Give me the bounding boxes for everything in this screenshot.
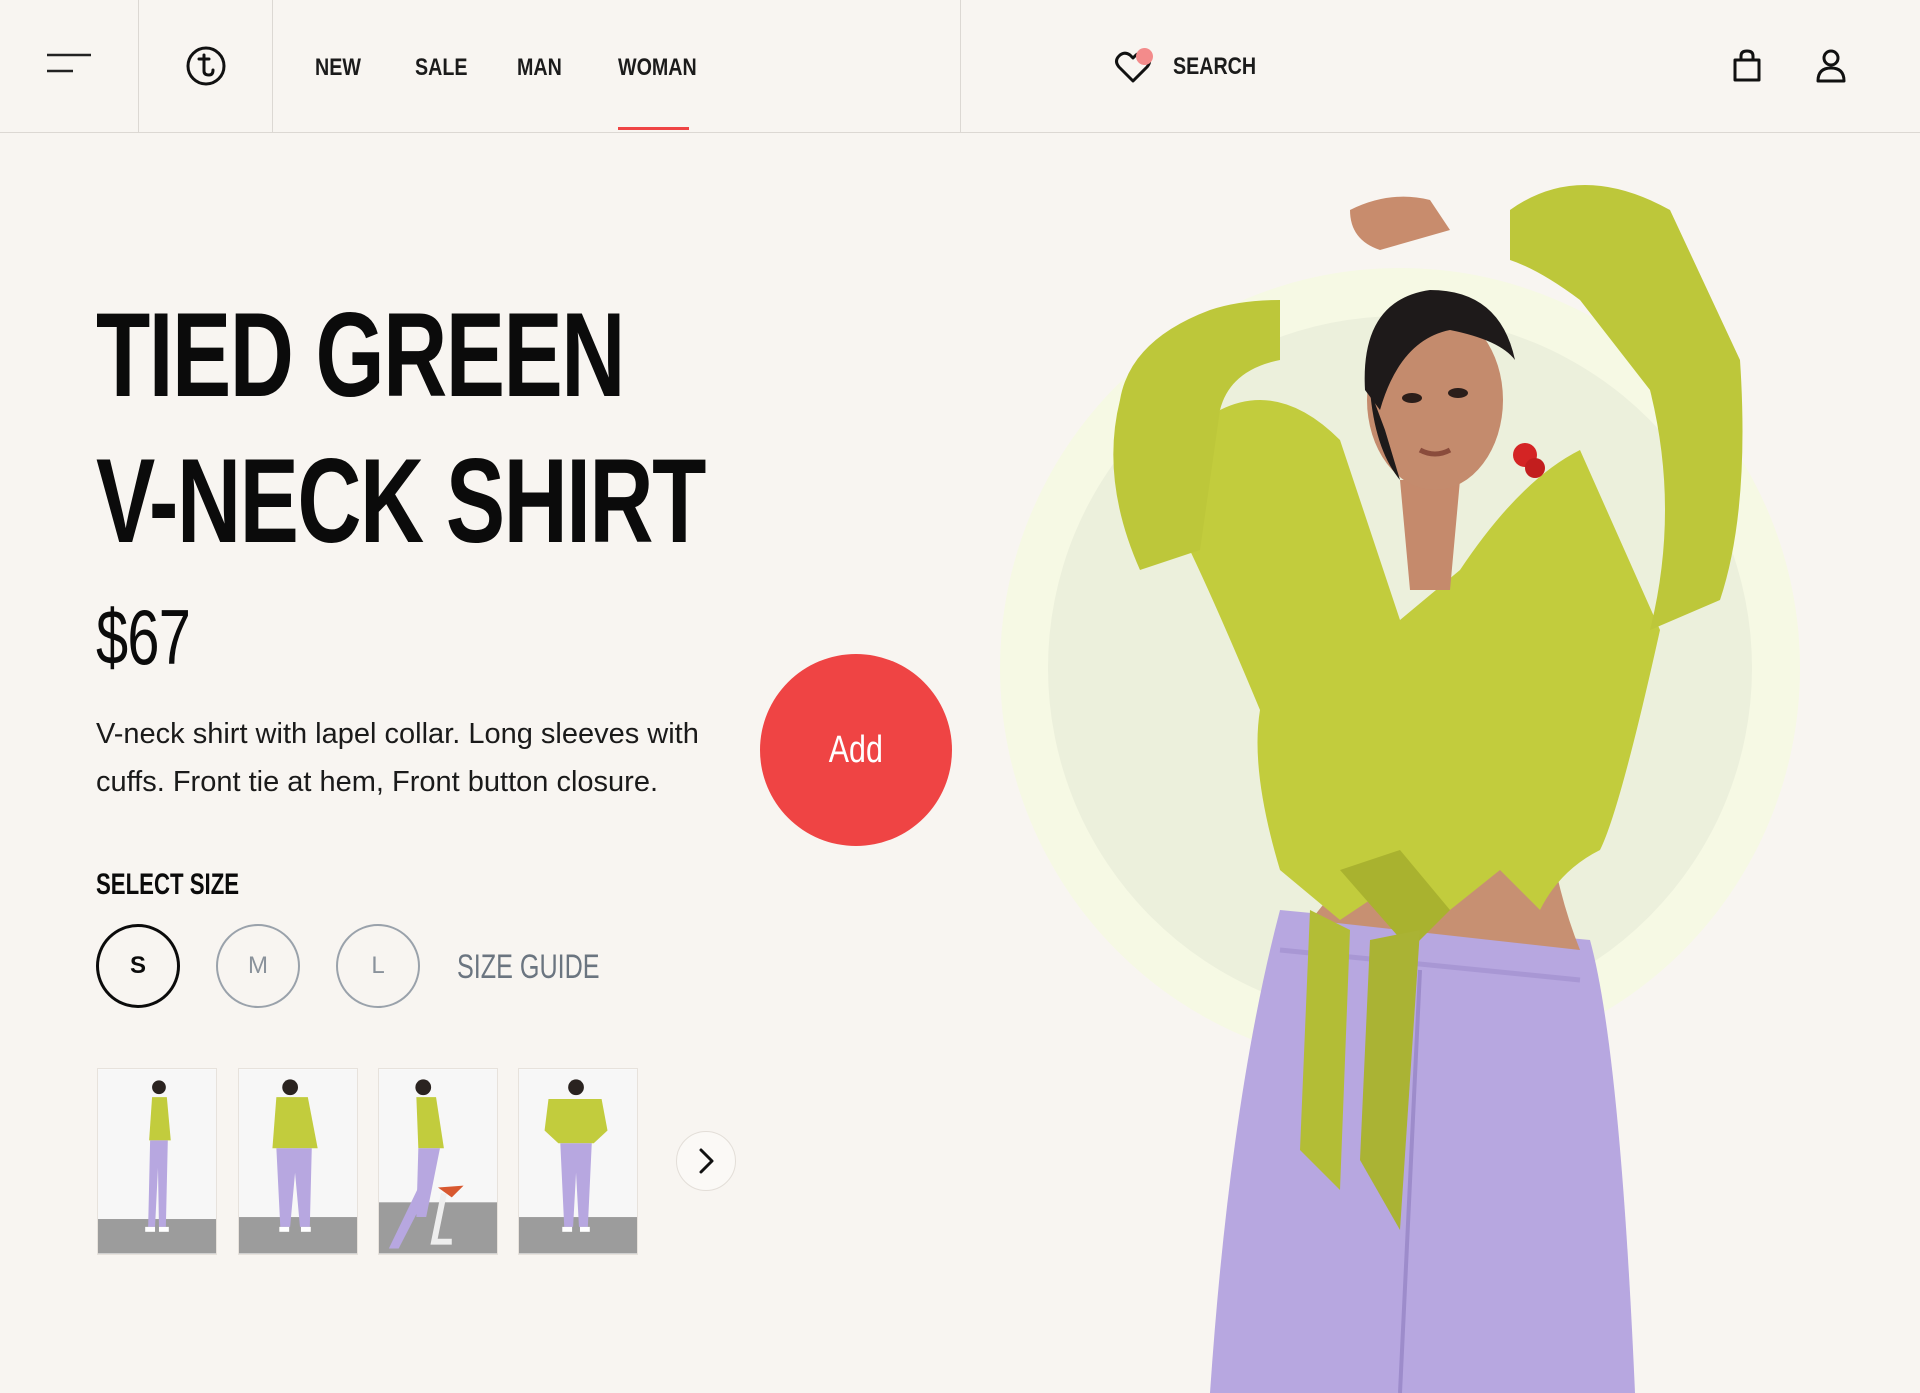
- next-thumbnails-button[interactable]: [676, 1131, 736, 1191]
- product-description: V-neck shirt with lapel collar. Long sle…: [96, 718, 699, 798]
- menu-icon[interactable]: [47, 52, 91, 74]
- nav-item-man[interactable]: MAN: [517, 54, 562, 86]
- hero-image: [980, 150, 1920, 1393]
- thumbnail-image-4: [519, 1069, 637, 1254]
- thumbnail-1[interactable]: [97, 1068, 217, 1255]
- nav-item-woman[interactable]: WOMAN: [618, 54, 697, 86]
- thumbnail-image-2: [239, 1069, 357, 1254]
- nav-item-new[interactable]: NEW: [315, 54, 361, 86]
- thumbnail-4[interactable]: [518, 1068, 638, 1255]
- thumbnail-2[interactable]: [238, 1068, 358, 1255]
- bag-icon[interactable]: [1731, 48, 1763, 84]
- size-guide-link[interactable]: SIZE GUIDE: [457, 948, 600, 987]
- nav-item-sale[interactable]: SALE: [415, 54, 467, 86]
- user-icon[interactable]: [1815, 48, 1847, 84]
- chevron-right-icon: [699, 1148, 714, 1174]
- size-option-m[interactable]: M: [216, 924, 300, 1008]
- search-link[interactable]: SEARCH: [1173, 53, 1256, 81]
- thumbnail-image-1: [98, 1069, 216, 1254]
- menu-cell: [0, 0, 139, 133]
- model-photo: [1000, 185, 1800, 1393]
- product-title-line-2: V-NECK SHIRT: [96, 434, 706, 568]
- thumbnail-image-3: [379, 1069, 497, 1254]
- size-option-s[interactable]: S: [96, 924, 180, 1008]
- product-title-line-1: TIED GREEN: [96, 288, 625, 422]
- product-title: TIED GREEN V-NECK SHIRT: [96, 282, 706, 574]
- site-header: NEW SALE MAN WOMAN SEARCH: [0, 0, 1920, 133]
- size-option-l[interactable]: L: [336, 924, 420, 1008]
- logo-icon[interactable]: [185, 45, 227, 87]
- thumbnail-3[interactable]: [378, 1068, 498, 1255]
- add-button-label: Add: [828, 728, 884, 771]
- active-nav-indicator: [618, 127, 689, 130]
- logo-cell: [139, 0, 273, 133]
- main-nav: NEW SALE MAN WOMAN: [273, 0, 961, 133]
- wishlist-badge: [1136, 48, 1153, 65]
- product-price: $67: [96, 593, 191, 681]
- size-heading: SELECT SIZE: [96, 868, 240, 901]
- add-to-cart-button[interactable]: Add: [760, 654, 952, 846]
